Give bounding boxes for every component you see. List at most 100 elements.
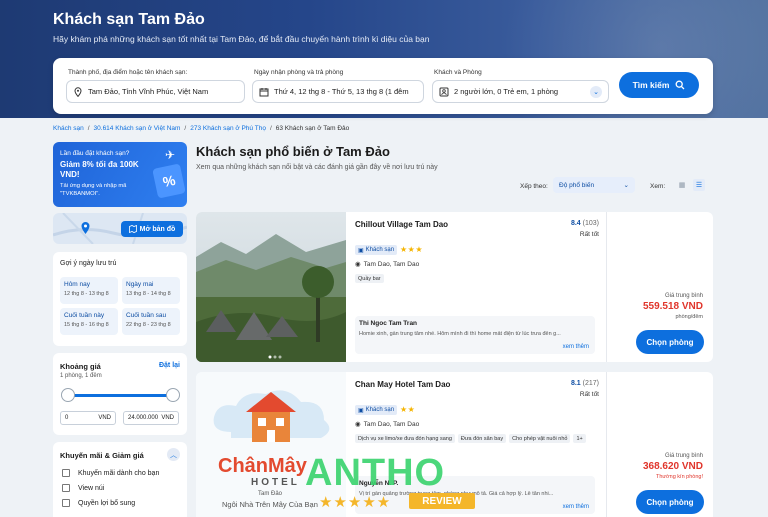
watermark-stars: ★★★★★ bbox=[319, 494, 392, 511]
destination-label: Thành phố, địa điểm hoặc tên khách sạn: bbox=[68, 69, 188, 76]
rating-count: (217) bbox=[582, 380, 599, 387]
rating-word: Rất tốt bbox=[579, 391, 599, 398]
hotel-name[interactable]: Chillout Village Tam Dao bbox=[355, 220, 448, 229]
see-more-link[interactable]: xem thêm bbox=[563, 504, 589, 510]
price-filter-title: Khoảng giá bbox=[60, 362, 101, 371]
breadcrumb-separator: / bbox=[184, 125, 187, 132]
choose-room-button[interactable]: Chọn phòng bbox=[636, 490, 704, 514]
hotel-tag: Dịch vụ xe limo/xe đưa đón hạng sang bbox=[355, 434, 455, 443]
watermark: ANTHO ★★★★★ REVIEW bbox=[305, 452, 485, 517]
price-min-value: 0 bbox=[65, 415, 69, 421]
review-text: Homie xinh, gần trung tâm nhé. Hôm mình … bbox=[359, 331, 561, 337]
hotel-tag: Cho phép vật nuôi nhỏ bbox=[509, 434, 571, 443]
hotel-photo[interactable] bbox=[196, 212, 346, 362]
promo-option[interactable]: Quyền lợi bổ sung bbox=[62, 499, 135, 507]
promo-line2: Giảm 8% tối đa 100K VND! bbox=[60, 160, 139, 179]
date-suggestions-panel: Gợi ý ngày lưu trú Hôm nay 12 thg 8 - 13… bbox=[53, 252, 187, 346]
hotel-tag-more[interactable]: 1+ bbox=[573, 434, 586, 443]
hotel-price-section: Giá trung bình 559.518 VND phòng/đêm Chọ… bbox=[606, 212, 713, 362]
page-subtitle: Hãy khám phá những khách sạn tốt nhất tạ… bbox=[53, 34, 430, 44]
price-reset-link[interactable]: Đặt lại bbox=[159, 362, 180, 369]
promo-banner[interactable]: Lần đầu đặt khách sạn? Giảm 8% tối đa 10… bbox=[53, 142, 187, 207]
dates-field[interactable]: Thứ 4, 12 thg 8 - Thứ 5, 13 thg 8 (1 đêm bbox=[252, 80, 424, 103]
calendar-icon bbox=[259, 87, 269, 96]
logo-hotel-text: HOTEL bbox=[251, 477, 300, 488]
see-more-link[interactable]: xem thêm bbox=[563, 344, 589, 350]
search-button-label: Tìm kiếm bbox=[632, 80, 670, 90]
hotel-price-section: Giá trung bình 368.620 VND Thường kín ph… bbox=[606, 372, 713, 517]
guests-value: 2 người lớn, 0 Trẻ em, 1 phòng bbox=[454, 87, 559, 96]
price-slider-min-handle[interactable] bbox=[61, 388, 75, 402]
date-suggestion-range: 22 thg 8 - 23 thg 8 bbox=[126, 322, 171, 328]
discount-badge: % bbox=[152, 163, 186, 199]
choose-room-button[interactable]: Chọn phòng bbox=[636, 330, 704, 354]
promo-filter-panel: Khuyến mãi & Giảm giá ︿ Khuyến mãi dành … bbox=[53, 442, 187, 517]
breadcrumb-item[interactable]: 273 Khách sạn ở Phú Thọ bbox=[190, 125, 266, 132]
price-slider-track[interactable] bbox=[67, 394, 173, 397]
open-map-label: Mở bản đồ bbox=[139, 225, 176, 233]
watermark-text: ANTHO bbox=[305, 452, 446, 494]
date-suggestion-label: Ngày mai bbox=[126, 281, 154, 288]
checkbox[interactable] bbox=[62, 469, 70, 477]
chevron-up-icon[interactable]: ︿ bbox=[167, 448, 180, 461]
location-pin-icon: ◉ bbox=[355, 261, 361, 268]
promo-filter-title: Khuyến mãi & Giảm giá bbox=[60, 451, 144, 460]
promo-option-label: Khuyến mãi dành cho bạn bbox=[78, 469, 160, 477]
promo-option[interactable]: View núi bbox=[62, 484, 104, 492]
date-suggestions-title: Gợi ý ngày lưu trú bbox=[60, 260, 117, 267]
checkbox[interactable] bbox=[62, 484, 70, 492]
page-title: Khách sạn Tam Đảo bbox=[53, 11, 205, 28]
price-slider-max-handle[interactable] bbox=[166, 388, 180, 402]
search-button[interactable]: Tìm kiếm bbox=[619, 72, 699, 98]
search-icon bbox=[675, 80, 685, 90]
breadcrumb-item[interactable]: 30.614 Khách sạn ở Việt Nam bbox=[94, 125, 181, 132]
promo-line3: Tải ứng dụng và nhập mã "TVKBANMOI". bbox=[60, 183, 127, 197]
hotel-tag: Đưa đón sân bay bbox=[457, 434, 507, 443]
airplane-icon: ✈ bbox=[165, 148, 176, 162]
price-max-input[interactable]: 24.000.000 VND bbox=[123, 411, 179, 425]
rating-score: 8.1 bbox=[570, 380, 581, 387]
map-pin-icon bbox=[81, 222, 90, 234]
price-min-input[interactable]: 0 VND bbox=[60, 411, 116, 425]
hotel-type-label: Khách sạn bbox=[365, 247, 395, 253]
date-suggestion-label: Cuối tuần sau bbox=[126, 312, 167, 319]
promo-line1: Lần đầu đặt khách sạn? bbox=[60, 150, 130, 157]
hotel-location-text: Tam Dao, Tam Dao bbox=[363, 260, 420, 268]
hotel-name[interactable]: Chan May Hotel Tam Dao bbox=[355, 380, 450, 389]
date-suggestion[interactable]: Ngày mai 13 thg 8 - 14 thg 8 bbox=[122, 277, 180, 304]
grid-view-icon[interactable]: ▦ bbox=[676, 179, 688, 191]
map-preview[interactable]: Mở bản đồ bbox=[53, 213, 187, 244]
dates-value: Thứ 4, 12 thg 8 - Thứ 5, 13 thg 8 (1 đêm bbox=[274, 87, 409, 96]
currency-label: VND bbox=[98, 415, 111, 421]
star-rating: ★★ bbox=[400, 405, 416, 414]
hotel-icon: ▣ bbox=[358, 407, 364, 414]
currency-label: VND bbox=[161, 415, 174, 421]
open-map-button[interactable]: Mở bản đồ bbox=[121, 221, 183, 237]
date-suggestion[interactable]: Cuối tuần sau 22 thg 8 - 23 thg 8 bbox=[122, 308, 180, 335]
date-suggestion[interactable]: Hôm nay 12 thg 8 - 13 thg 8 bbox=[60, 277, 118, 304]
promo-option[interactable]: Khuyến mãi dành cho bạn bbox=[62, 469, 159, 477]
guests-field[interactable]: 2 người lớn, 0 Trẻ em, 1 phòng ⌄ bbox=[432, 80, 609, 103]
logo-place-text: Tam Đảo bbox=[258, 491, 283, 497]
list-view-icon[interactable]: ☰ bbox=[693, 179, 705, 191]
price-unit: phòng/đêm bbox=[675, 314, 703, 320]
hotel-icon: ▣ bbox=[358, 247, 364, 254]
dates-label: Ngày nhận phòng và trả phòng bbox=[254, 69, 344, 76]
hotel-rating: 8.4 (103) bbox=[571, 220, 599, 227]
date-suggestion[interactable]: Cuối tuần này 15 thg 8 - 16 thg 8 bbox=[60, 308, 118, 335]
promo-option-label: View núi bbox=[78, 484, 105, 492]
hotel-info: Chillout Village Tam Dao 8.4 (103) Rất t… bbox=[355, 212, 605, 362]
hotel-type-label: Khách sạn bbox=[365, 407, 395, 413]
price-filter-sub: 1 phòng, 1 đêm bbox=[60, 373, 102, 379]
hotel-type-badge: ▣ Khách sạn bbox=[355, 245, 398, 255]
sort-select[interactable]: Độ phổ biến ⌄ bbox=[553, 177, 635, 193]
breadcrumb-separator: / bbox=[87, 125, 90, 132]
breadcrumb-item[interactable]: Khách sạn bbox=[53, 125, 84, 132]
price-label: Giá trung bình bbox=[664, 293, 703, 299]
hotel-price: 559.518 VND bbox=[642, 301, 703, 312]
destination-field[interactable]: Tam Đảo, Tỉnh Vĩnh Phúc, Việt Nam bbox=[66, 80, 245, 103]
checkbox[interactable] bbox=[62, 499, 70, 507]
logo-tagline-text: Ngôi Nhà Trên Mây Của Bạn bbox=[222, 500, 318, 509]
hotel-card[interactable]: Chillout Village Tam Dao 8.4 (103) Rất t… bbox=[196, 212, 713, 362]
rating-count: (103) bbox=[582, 220, 599, 227]
